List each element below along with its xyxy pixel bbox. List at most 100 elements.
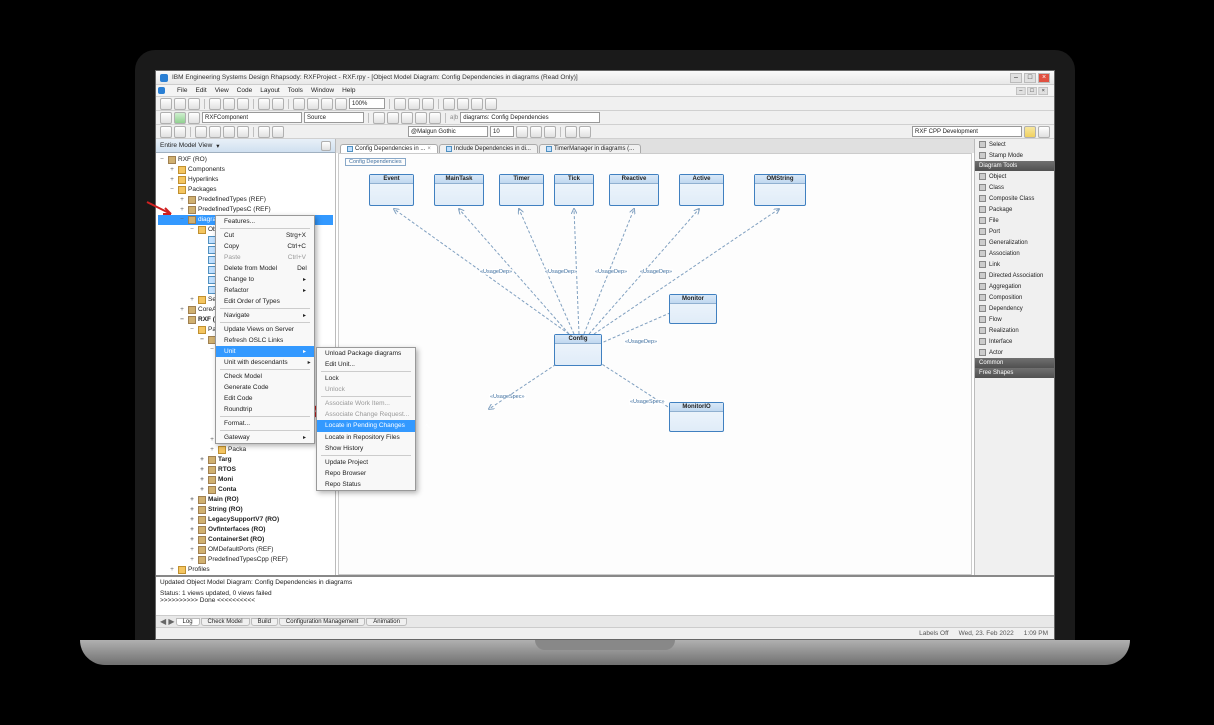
tb-layout-icon[interactable] xyxy=(422,98,434,110)
tool-composite[interactable]: Composite Class xyxy=(975,193,1054,204)
tb-align-icon[interactable] xyxy=(408,98,420,110)
tree-conta[interactable]: Conta xyxy=(218,485,236,495)
tb-t8-icon[interactable] xyxy=(272,126,284,138)
tree-moni[interactable]: Moni xyxy=(218,475,233,485)
tree-predefcpp[interactable]: PredefinedTypesCpp (REF) xyxy=(208,555,288,565)
tb-comp-icon[interactable] xyxy=(188,112,200,124)
uml-monitor[interactable]: Monitor xyxy=(669,294,717,324)
tb-grid-icon[interactable] xyxy=(394,98,406,110)
tool-realization[interactable]: Realization xyxy=(975,325,1054,336)
ctx-cut[interactable]: CutStrg+X xyxy=(216,230,314,241)
tb-color-icon[interactable] xyxy=(565,126,577,138)
profile-combo[interactable]: RXF CPP Development xyxy=(912,126,1022,137)
tb-italic-icon[interactable] xyxy=(530,126,542,138)
ctx-repobrowser[interactable]: Repo Browser xyxy=(317,468,415,479)
uml-timer[interactable]: Timer xyxy=(499,174,544,206)
tree-components[interactable]: Components xyxy=(188,165,225,175)
menu-edit[interactable]: Edit xyxy=(195,87,206,94)
uml-tick[interactable]: Tick xyxy=(554,174,594,206)
btab-log[interactable]: Log xyxy=(176,618,200,626)
menu-tools[interactable]: Tools xyxy=(288,87,303,94)
tool-generalization[interactable]: Generalization xyxy=(975,237,1054,248)
ctx-delmodel[interactable]: Delete from ModelDel xyxy=(216,263,314,274)
tree-packages[interactable]: Packages xyxy=(188,185,217,195)
browser-tool-icon[interactable] xyxy=(321,141,331,151)
tree-legacy[interactable]: LegacySupportV7 (RO) xyxy=(208,515,279,525)
tool-interface[interactable]: Interface xyxy=(975,336,1054,347)
fontsize-combo[interactable]: 10 xyxy=(490,126,514,137)
tab-config-deps[interactable]: Config Dependencies in ...× xyxy=(340,144,438,153)
tb-help-icon[interactable] xyxy=(1038,126,1050,138)
tree-ovfint[interactable]: OvfInterfaces (RO) xyxy=(208,525,265,535)
tb-t2-icon[interactable] xyxy=(174,126,186,138)
menu-help[interactable]: Help xyxy=(342,87,355,94)
tb-t1-icon[interactable] xyxy=(160,126,172,138)
tb-e-icon[interactable] xyxy=(429,112,441,124)
ctx-unitdesc[interactable]: Unit with descendants xyxy=(216,357,314,368)
tree-predefc[interactable]: PredefinedTypesC (REF) xyxy=(198,205,271,215)
tb-build-icon[interactable] xyxy=(160,112,172,124)
close-icon[interactable]: × xyxy=(427,146,431,152)
btab-anim[interactable]: Animation xyxy=(366,618,407,626)
tb-t6-icon[interactable] xyxy=(237,126,249,138)
tool-class[interactable]: Class xyxy=(975,182,1054,193)
tool-object[interactable]: Object xyxy=(975,171,1054,182)
tree-predef[interactable]: PredefinedTypes (REF) xyxy=(198,195,266,205)
uml-omstring[interactable]: OMString xyxy=(754,174,806,206)
ctx-history[interactable]: Show History xyxy=(317,443,415,454)
uml-config[interactable]: Config xyxy=(554,334,602,366)
ctx-unloadpkg[interactable]: Unload Package diagrams xyxy=(317,348,415,359)
context-menu-2[interactable]: Unload Package diagrams Edit Unit... Loc… xyxy=(316,347,416,491)
ctx-checkmodel[interactable]: Check Model xyxy=(216,371,314,382)
tree-hyperlinks[interactable]: Hyperlinks xyxy=(188,175,218,185)
ctx-navigate[interactable]: Navigate xyxy=(216,310,314,321)
tool-stampmode[interactable]: Stamp Mode xyxy=(975,150,1054,161)
tb-undo-icon[interactable] xyxy=(258,98,270,110)
menu-view[interactable]: View xyxy=(215,87,229,94)
tb-copy-icon[interactable] xyxy=(223,98,235,110)
menu-code[interactable]: Code xyxy=(237,87,253,94)
tb-under-icon[interactable] xyxy=(544,126,556,138)
tb-cut-icon[interactable] xyxy=(209,98,221,110)
ctx-gateway[interactable]: Gateway xyxy=(216,432,314,443)
zoom-combo[interactable]: 100% xyxy=(349,98,385,109)
tree-packa[interactable]: Packa xyxy=(228,445,246,455)
close-button[interactable]: × xyxy=(1038,73,1050,83)
tree-profiles[interactable]: Profiles xyxy=(188,565,210,575)
uml-reactive[interactable]: Reactive xyxy=(609,174,659,206)
tb-b-icon[interactable] xyxy=(387,112,399,124)
tb-zoomfit-icon[interactable] xyxy=(321,98,333,110)
tb-redo-icon[interactable] xyxy=(272,98,284,110)
tb-t5-icon[interactable] xyxy=(223,126,235,138)
tb-stop-icon[interactable] xyxy=(471,98,483,110)
ctx-lock[interactable]: Lock xyxy=(317,373,415,384)
ctx-editunit[interactable]: Edit Unit... xyxy=(317,359,415,370)
tree-contset[interactable]: ContainerSet (RO) xyxy=(208,535,264,545)
tool-package[interactable]: Package xyxy=(975,204,1054,215)
tree-root[interactable]: RXF (RO) xyxy=(178,155,207,165)
menu-layout[interactable]: Layout xyxy=(260,87,280,94)
tool-composition[interactable]: Composition xyxy=(975,292,1054,303)
tb-bold-icon[interactable] xyxy=(516,126,528,138)
maximize-button[interactable]: □ xyxy=(1024,73,1036,83)
doc-close-button[interactable]: × xyxy=(1038,87,1048,95)
btab-check[interactable]: Check Model xyxy=(201,618,250,626)
ctx-format[interactable]: Format... xyxy=(216,418,314,429)
tb-zoomfull-icon[interactable] xyxy=(335,98,347,110)
uml-active[interactable]: Active xyxy=(679,174,724,206)
uml-maintask[interactable]: MainTask xyxy=(434,174,484,206)
tb-play-icon[interactable] xyxy=(174,112,186,124)
ctx-updproj[interactable]: Update Project xyxy=(317,457,415,468)
tb-zoomin-icon[interactable] xyxy=(293,98,305,110)
tb-d-icon[interactable] xyxy=(415,112,427,124)
tb-t3-icon[interactable] xyxy=(195,126,207,138)
tree-main[interactable]: Main (RO) xyxy=(208,495,239,505)
tree-rtos[interactable]: RTOS xyxy=(218,465,236,475)
doc-min-button[interactable]: – xyxy=(1016,87,1026,95)
uml-monitorio[interactable]: MonitorIO xyxy=(669,402,724,432)
minimize-button[interactable]: – xyxy=(1010,73,1022,83)
ctx-updviews[interactable]: Update Views on Server xyxy=(216,324,314,335)
context-menu-1[interactable]: Features... CutStrg+X CopyCtrl+C PasteCt… xyxy=(215,215,315,444)
tb-save-icon[interactable] xyxy=(188,98,200,110)
ctx-locpending[interactable]: Locate in Pending Changes↖ xyxy=(317,420,415,432)
